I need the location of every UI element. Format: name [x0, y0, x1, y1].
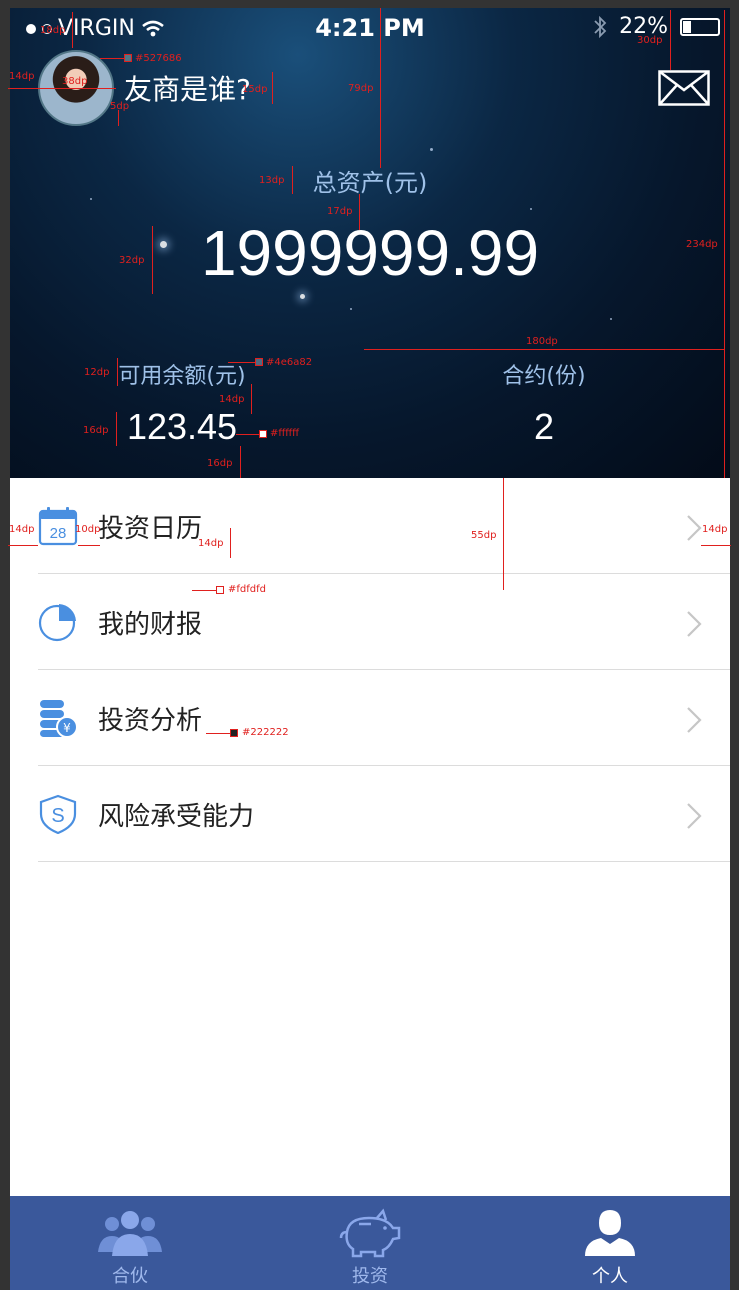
star — [350, 308, 352, 310]
star — [530, 208, 532, 210]
svg-text:¥: ¥ — [63, 721, 71, 735]
available-balance-label: 可用余额(元) — [118, 364, 246, 389]
menu-item-label: 投资分析 — [98, 706, 203, 736]
calendar-icon: 28 — [38, 507, 78, 546]
status-right: 22% — [593, 14, 720, 39]
pie-chart-icon — [38, 604, 76, 642]
contracts: 合约(份) 2 — [424, 358, 664, 448]
chevron-right-icon — [687, 803, 702, 829]
star — [90, 198, 92, 200]
battery-percent: 22% — [619, 14, 668, 39]
tab-label: 投资 — [352, 1266, 388, 1287]
chevron-right-icon — [687, 707, 702, 733]
chevron-right-icon — [687, 611, 702, 637]
divider — [38, 861, 730, 862]
person-icon — [585, 1210, 635, 1256]
svg-text:28: 28 — [50, 525, 67, 542]
contracts-label: 合约(份) — [502, 364, 586, 389]
partners-icon — [98, 1211, 162, 1256]
status-bar: VIRGIN 4:21 PM 22% — [10, 8, 730, 50]
mail-icon[interactable] — [658, 70, 710, 106]
account-header: VIRGIN 4:21 PM 22% 友商是谁? 总资产(元) 1999999.… — [10, 8, 730, 478]
tab-profile[interactable]: 个人 — [490, 1196, 730, 1290]
bluetooth-icon — [594, 15, 607, 38]
svg-text:S: S — [51, 805, 64, 827]
menu-list: 28 投资日历 我的财报 ¥ 投资分析 S 风险承受能力 — [10, 478, 730, 862]
available-balance-value: 123.45 — [126, 406, 238, 447]
contracts-value: 2 — [533, 406, 555, 447]
piggy-bank-icon — [339, 1208, 401, 1258]
menu-item-investment-calendar[interactable]: 28 投资日历 — [10, 478, 730, 574]
chevron-right-icon — [687, 515, 702, 541]
menu-item-financial-report[interactable]: 我的财报 — [10, 574, 730, 670]
menu-item-label: 投资日历 — [98, 514, 203, 544]
tab-invest[interactable]: 投资 — [250, 1196, 490, 1290]
tab-bar: 合伙 投资 个人 — [10, 1196, 730, 1290]
tab-label: 合伙 — [112, 1266, 148, 1287]
star — [300, 294, 305, 299]
menu-item-label: 风险承受能力 — [98, 802, 255, 832]
total-assets-label: 总资产(元) — [312, 169, 428, 197]
app-screen: VIRGIN 4:21 PM 22% 友商是谁? 总资产(元) 1999999.… — [10, 8, 730, 1290]
coins-icon: ¥ — [40, 700, 78, 738]
total-assets-value: 1999999.99 — [200, 217, 540, 289]
star — [430, 148, 433, 151]
shield-icon: S — [39, 794, 77, 834]
battery-icon — [680, 17, 720, 36]
tab-partners[interactable]: 合伙 — [10, 1196, 250, 1290]
menu-item-risk-tolerance[interactable]: S 风险承受能力 — [10, 766, 730, 862]
menu-item-investment-analysis[interactable]: ¥ 投资分析 — [10, 670, 730, 766]
nickname: 友商是谁? — [124, 73, 251, 106]
star — [610, 318, 612, 320]
tab-label: 个人 — [592, 1266, 628, 1287]
menu-item-label: 我的财报 — [98, 610, 203, 640]
